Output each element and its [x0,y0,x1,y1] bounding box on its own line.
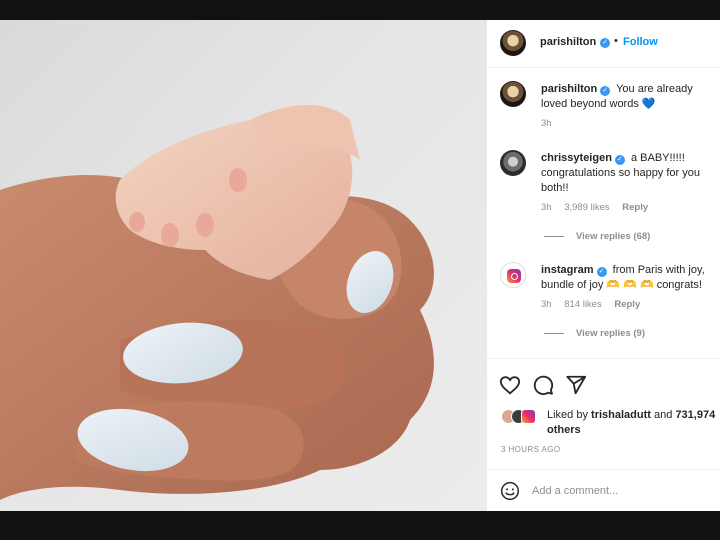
liked-by-avatars [501,409,543,425]
verified-icon: ✓ [596,267,607,277]
comment-time[interactable]: 3h [541,299,552,310]
comment-time[interactable]: 3h [541,118,552,129]
replies-line [544,235,564,237]
verified-icon: ✓ [600,86,611,96]
avatar[interactable] [500,262,526,288]
post-photo[interactable] [0,20,487,511]
browser-top-bar [0,0,720,20]
post-header: parishilton ✓ • Follow [487,20,720,68]
reply-button[interactable]: Reply [622,202,648,213]
view-replies-button[interactable]: View replies (9) [544,328,645,339]
post-side-panel: parishilton ✓ • Follow parishilton ✓ You … [487,20,720,511]
comment-text: instagram ✓ from Paris with joy, bundle o… [541,263,717,293]
liked-by-conj: and [654,409,673,421]
verified-icon: ✓ [614,155,625,165]
browser-bottom-bar [0,511,720,540]
avatar[interactable] [500,81,526,107]
comment-meta: 3h 3,989 likes Reply [541,202,658,213]
likes-summary: Liked by trishaladutt and 731,974 others [501,408,716,440]
avatar[interactable] [500,30,526,56]
baby-nail-3 [196,213,214,237]
emoji-icon[interactable] [500,481,520,501]
view-replies-label: View replies (9) [576,328,645,339]
liked-by-user[interactable]: trishaladutt [591,409,651,421]
comment-input[interactable] [532,481,712,501]
avatar[interactable] [521,409,536,424]
baby-nail-1 [129,212,145,232]
comment-text: chrissyteigen ✓ a BABY!!!!! congratulatio… [541,151,717,196]
view-replies-button[interactable]: View replies (68) [544,231,650,242]
baby-nail-2 [161,223,179,247]
comment-username[interactable]: instagram [541,264,594,276]
reply-button[interactable]: Reply [614,299,640,310]
share-icon[interactable] [565,374,587,396]
comment-meta: 3h 814 likes Reply [541,299,650,310]
comment-icon[interactable] [532,374,554,396]
comment-time[interactable]: 3h [541,202,552,213]
avatar[interactable] [500,150,526,176]
comment-likes[interactable]: 814 likes [564,299,602,310]
comment-meta: 3h [541,118,562,129]
verified-icon: ✓ [600,38,610,48]
comment-likes[interactable]: 3,989 likes [564,202,609,213]
hands-illustration [0,105,434,500]
post-author-username[interactable]: parishilton [540,36,596,48]
comment-composer [487,470,720,511]
baby-nail-4 [229,168,247,192]
follow-button[interactable]: Follow [623,36,658,48]
separator-dot: • [614,35,618,47]
comment-username[interactable]: chrissyteigen [541,152,612,164]
divider [487,358,720,359]
heart-icon[interactable] [499,374,521,396]
liked-by-prefix: Liked by [547,409,588,421]
instagram-logo-icon [507,269,521,283]
view-replies-label: View replies (68) [576,231,651,242]
liked-by-text: Liked by trishaladutt and 731,974 others [547,408,717,438]
replies-line [544,332,564,334]
comment-username[interactable]: parishilton [541,83,597,95]
post-time-ago[interactable]: 3 HOURS AGO [501,445,561,454]
comment-text: parishilton ✓ You are already loved beyon… [541,82,717,112]
